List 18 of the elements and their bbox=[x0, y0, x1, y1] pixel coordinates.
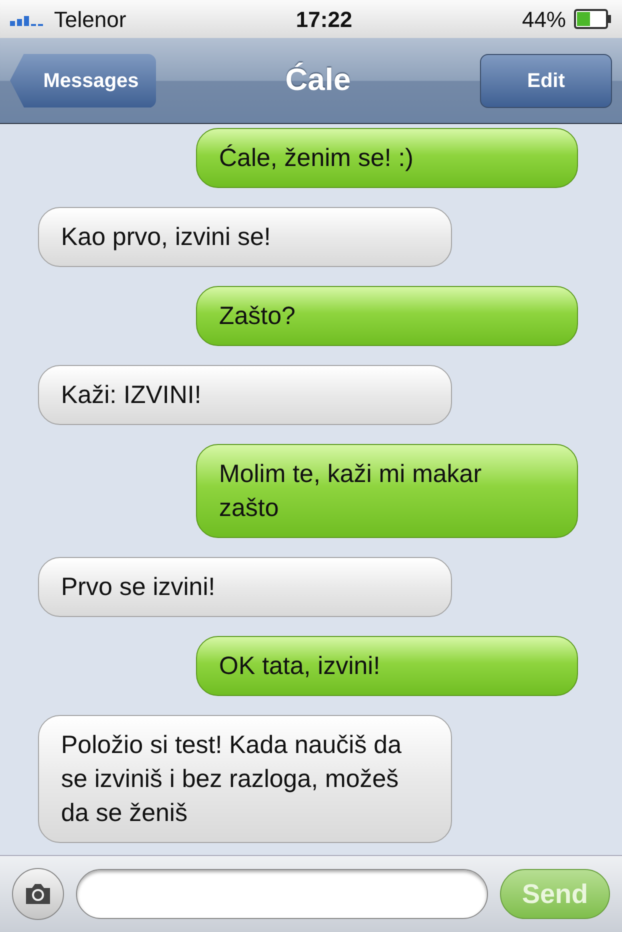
sent-message: Ćale, ženim se! :) bbox=[196, 128, 578, 188]
sent-message: OK tata, izvini! bbox=[196, 636, 578, 696]
received-message: Prvo se izvini! bbox=[38, 557, 452, 617]
sent-message: Zašto? bbox=[196, 286, 578, 346]
conversation-title: Ćale bbox=[284, 61, 352, 100]
status-time: 17:22 bbox=[296, 6, 352, 32]
camera-icon bbox=[23, 882, 53, 906]
battery-percent: 44% bbox=[522, 6, 566, 34]
camera-button[interactable] bbox=[12, 868, 64, 920]
received-message: Kaži: IZVINI! bbox=[38, 365, 452, 425]
back-button[interactable]: Messages bbox=[10, 54, 156, 108]
sent-message: Molim te, kaži mi makar zašto bbox=[196, 444, 578, 538]
carrier-name: Telenor bbox=[54, 6, 126, 34]
battery-icon bbox=[574, 9, 612, 29]
received-message: Položio si test! Kada naučiš da se izviniš i bez razloga, možeš da se ženiš bbox=[38, 715, 452, 843]
message-field[interactable] bbox=[76, 869, 488, 919]
received-message: Kao prvo, izvini se! bbox=[38, 207, 452, 267]
edit-button[interactable]: Edit bbox=[480, 54, 612, 108]
